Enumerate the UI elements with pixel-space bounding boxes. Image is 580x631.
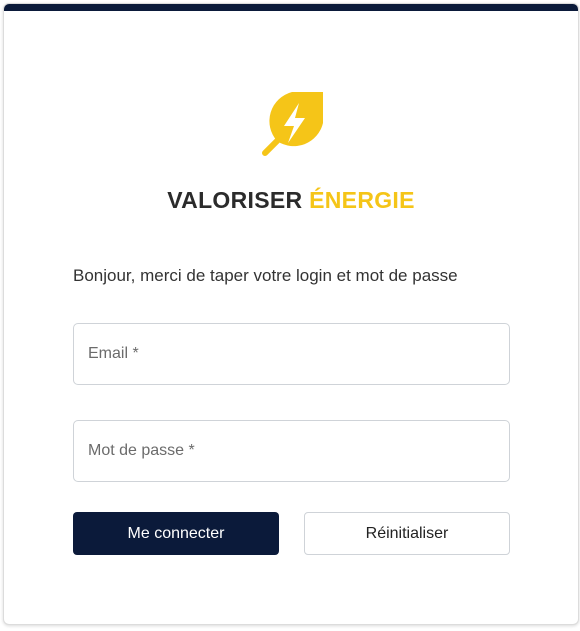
lightning-leaf-icon — [259, 89, 329, 159]
brand-title: VALORISER ÉNERGIE — [4, 187, 578, 214]
login-button[interactable]: Me connecter — [73, 512, 279, 555]
login-instructions: Bonjour, merci de taper votre login et m… — [73, 266, 458, 285]
email-field[interactable] — [74, 324, 509, 384]
top-accent-bar — [4, 4, 578, 11]
password-field[interactable] — [74, 421, 509, 481]
password-field-container — [73, 420, 510, 482]
brand-name-part2: ÉNERGIE — [309, 187, 415, 213]
login-card: VALORISER ÉNERGIE Bonjour, merci de tape… — [3, 3, 579, 625]
reset-button[interactable]: Réinitialiser — [304, 512, 510, 555]
email-field-container — [73, 323, 510, 385]
brand-name-part1: VALORISER — [167, 187, 303, 213]
